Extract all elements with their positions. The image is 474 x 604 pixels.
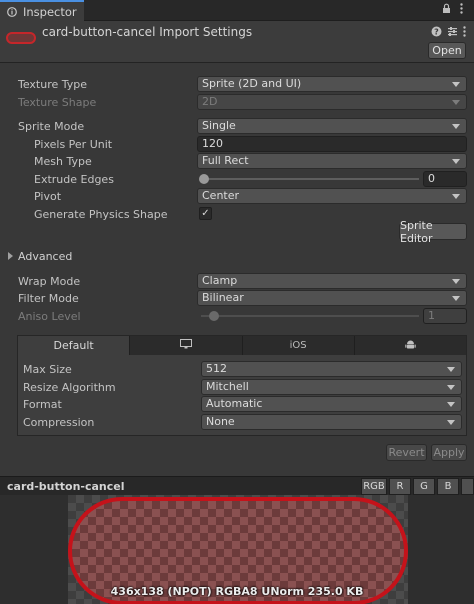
wrap-mode-label: Wrap Mode xyxy=(18,275,81,288)
aniso-level-field: 1 xyxy=(423,308,467,324)
platform-tabs: Default iOS xyxy=(18,336,466,355)
inspector-tab-label: Inspector xyxy=(23,4,77,19)
preview-asset-name: card-button-cancel xyxy=(7,480,125,493)
resize-algorithm-dropdown[interactable]: Mitchell xyxy=(201,379,462,395)
inspector-tab-bar: Inspector xyxy=(0,0,474,21)
aniso-level-slider-handle xyxy=(209,311,219,321)
extrude-edges-label: Extrude Edges xyxy=(34,173,114,186)
pivot-dropdown[interactable]: Center xyxy=(197,188,467,204)
channel-b-button[interactable]: B xyxy=(437,478,459,495)
lock-icon[interactable] xyxy=(442,3,451,17)
kebab-menu-icon[interactable] xyxy=(460,3,463,17)
info-icon xyxy=(7,6,17,17)
filter-mode-label: Filter Mode xyxy=(18,292,79,305)
pixels-per-unit-label: Pixels Per Unit xyxy=(34,138,113,151)
channel-rgb-button[interactable]: RGB xyxy=(361,478,387,495)
platform-settings-panel: Default iOS Max Size 512 Resize Algorith… xyxy=(17,335,467,436)
kebab-menu-icon[interactable] xyxy=(463,26,466,40)
filter-mode-dropdown[interactable]: Bilinear xyxy=(197,290,467,306)
header-title: card-button-cancel Import Settings xyxy=(42,25,253,39)
chevron-right-icon xyxy=(8,252,13,260)
extrude-edges-slider[interactable] xyxy=(201,178,419,180)
max-size-label: Max Size xyxy=(23,363,72,376)
texture-shape-label: Texture Shape xyxy=(18,96,97,109)
advanced-label: Advanced xyxy=(18,250,73,263)
sprite-editor-button[interactable]: Sprite Editor xyxy=(399,219,467,245)
inspector-tab[interactable]: Inspector xyxy=(0,0,84,21)
extrude-edges-slider-handle[interactable] xyxy=(199,174,209,184)
format-label: Format xyxy=(23,398,62,411)
sprite-mode-dropdown[interactable]: Single xyxy=(197,118,467,134)
generate-physics-shape-label: Generate Physics Shape xyxy=(34,208,168,221)
channel-r-button[interactable]: R xyxy=(389,478,411,495)
compression-dropdown[interactable]: None xyxy=(201,414,462,430)
svg-text:?: ? xyxy=(434,28,439,37)
mesh-type-dropdown[interactable]: Full Rect xyxy=(197,153,467,169)
mesh-type-label: Mesh Type xyxy=(34,155,92,168)
format-dropdown[interactable]: Automatic xyxy=(201,396,462,412)
pixels-per-unit-field[interactable]: 120 xyxy=(197,136,467,152)
texture-shape-dropdown: 2D xyxy=(197,94,467,110)
aniso-level-slider xyxy=(201,315,419,317)
tab-android[interactable] xyxy=(355,336,466,355)
texture-type-dropdown[interactable]: Sprite (2D and UI) xyxy=(197,76,467,92)
sprite-mode-label: Sprite Mode xyxy=(18,120,85,133)
help-icon[interactable]: ? xyxy=(431,26,442,40)
advanced-foldout[interactable]: Advanced xyxy=(8,250,72,263)
compression-label: Compression xyxy=(23,416,95,429)
open-button[interactable]: Open xyxy=(428,42,466,59)
sliders-icon[interactable] xyxy=(447,26,458,40)
monitor-icon xyxy=(179,339,192,352)
generate-physics-shape-checkbox[interactable]: ✓ xyxy=(199,207,212,220)
resize-algorithm-label: Resize Algorithm xyxy=(23,381,116,394)
tab-standalone[interactable] xyxy=(130,336,243,355)
android-icon xyxy=(405,339,416,353)
channel-g-button[interactable]: G xyxy=(413,478,435,495)
asset-thumbnail xyxy=(6,32,36,44)
apply-button[interactable]: Apply xyxy=(431,444,467,461)
aniso-level-label: Aniso Level xyxy=(18,310,81,323)
extrude-edges-field[interactable]: 0 xyxy=(423,171,467,187)
texture-preview: 436x138 (NPOT) RGBA8 UNorm 235.0 KB xyxy=(0,495,474,604)
tab-default[interactable]: Default xyxy=(18,336,131,355)
import-settings-header: card-button-cancel Import Settings ? Ope… xyxy=(0,21,474,63)
wrap-mode-dropdown[interactable]: Clamp xyxy=(197,273,467,289)
pivot-label: Pivot xyxy=(34,190,62,203)
max-size-dropdown[interactable]: 512 xyxy=(201,361,462,377)
tab-ios[interactable]: iOS xyxy=(243,336,355,355)
preview-extra-button[interactable] xyxy=(461,478,474,495)
preview-info-text: 436x138 (NPOT) RGBA8 UNorm 235.0 KB xyxy=(110,585,364,598)
revert-button[interactable]: Revert xyxy=(386,444,427,461)
preview-toolbar: card-button-cancel RGB R G B xyxy=(0,476,474,495)
texture-type-label: Texture Type xyxy=(18,78,88,91)
